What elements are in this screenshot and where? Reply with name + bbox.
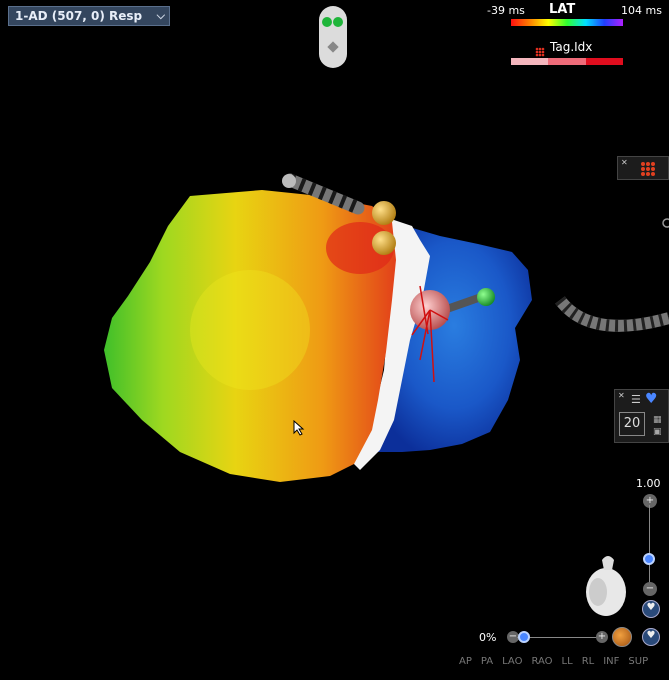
mouse-cursor-icon	[293, 420, 305, 436]
shading-icon[interactable]	[612, 627, 632, 647]
zoom-minus-button[interactable]: −	[643, 582, 657, 596]
zoom-slider-handle[interactable]	[643, 552, 655, 565]
view-number[interactable]: 20	[619, 412, 645, 436]
view-options-panel[interactable]: ✕ ☰ ♥ 20 ▦ ▣	[614, 389, 669, 443]
view-preset-button[interactable]: SUP	[628, 656, 648, 667]
close-icon[interactable]: ✕	[618, 391, 625, 400]
tag-grid-icon	[640, 161, 656, 181]
view-preset-button[interactable]: INF	[603, 656, 619, 667]
lock-icon[interactable]: ▣	[653, 427, 662, 437]
zoom-plus-button[interactable]: +	[643, 494, 657, 508]
view-preset-button[interactable]: LAO	[502, 656, 522, 667]
opacity-slider-handle[interactable]	[517, 631, 530, 643]
close-icon[interactable]: ✕	[621, 158, 628, 167]
view-preset-button[interactable]: RAO	[531, 656, 552, 667]
view-preset-button[interactable]: LL	[562, 656, 573, 667]
reset-view-icon[interactable]: ♥	[642, 600, 660, 618]
opacity-value: 0%	[479, 631, 497, 644]
view-preset-button[interactable]: PA	[481, 656, 493, 667]
view-presets: AP PA LAO RAO LL RL INF SUP	[459, 656, 657, 667]
heart-orientation-icon[interactable]	[578, 552, 630, 622]
grid-icon[interactable]: ▦	[653, 415, 662, 425]
anatomy-map-3d[interactable]	[0, 0, 669, 680]
zoom-slider-track[interactable]	[649, 505, 650, 585]
heart-icon[interactable]: ♥	[645, 391, 658, 407]
right-catheter	[555, 296, 669, 332]
view-preset-button[interactable]: AP	[459, 656, 472, 667]
tag-visibility-panel[interactable]: ✕	[617, 156, 669, 180]
view-preset-button[interactable]: RL	[582, 656, 595, 667]
rotate-view-icon[interactable]: ♥	[642, 628, 660, 646]
opacity-plus-button[interactable]: +	[596, 631, 608, 643]
zoom-value: 1.00	[636, 477, 661, 490]
filter-icon[interactable]: ☰	[631, 393, 641, 406]
